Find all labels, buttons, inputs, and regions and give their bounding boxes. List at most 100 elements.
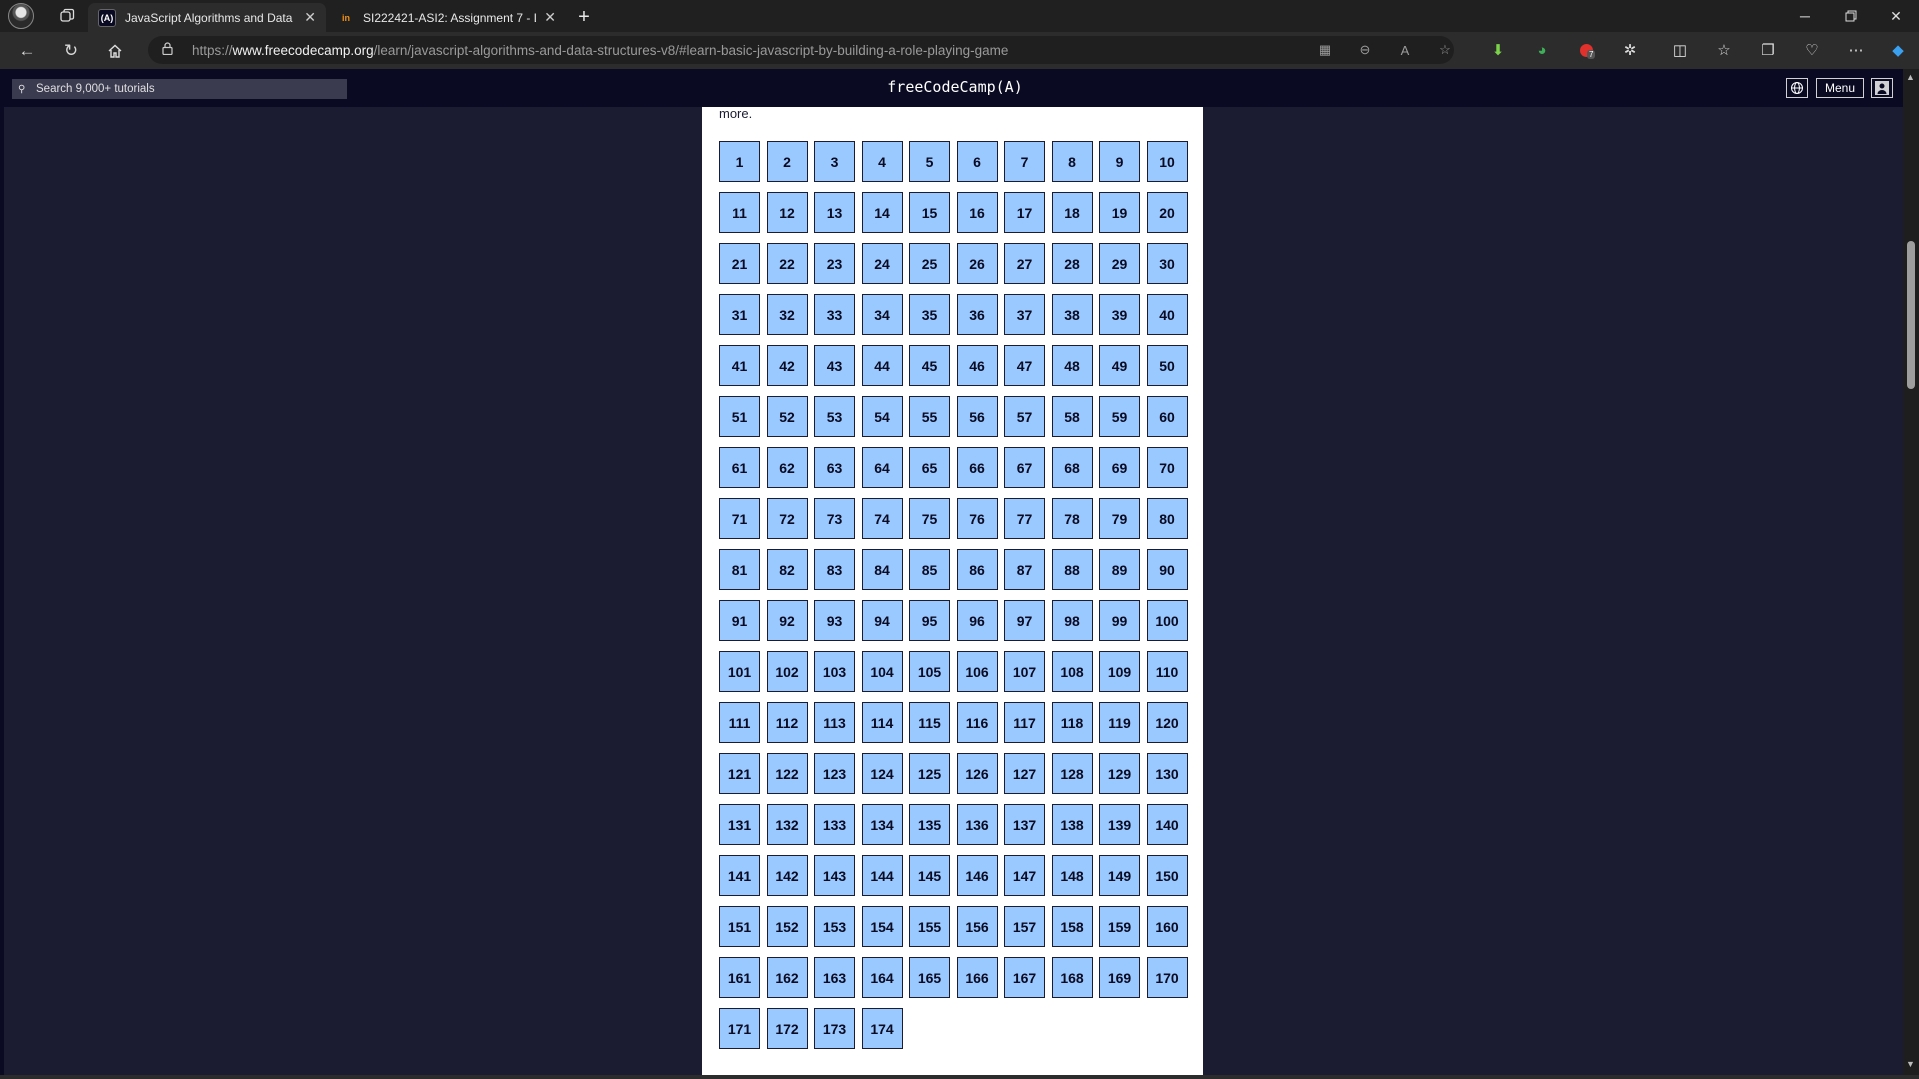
step-button[interactable]: 24 [861, 243, 903, 284]
step-button[interactable]: 77 [1004, 498, 1045, 539]
step-button[interactable]: 128 [1051, 753, 1093, 794]
restore-icon[interactable] [1828, 0, 1874, 32]
step-button[interactable]: 90 [1146, 549, 1188, 590]
step-button[interactable]: 107 [1004, 651, 1045, 692]
step-button[interactable]: 89 [1099, 549, 1140, 590]
step-button[interactable]: 65 [909, 447, 950, 488]
new-tab-button[interactable]: + [570, 3, 598, 32]
read-aloud-icon[interactable]: A [1394, 39, 1416, 61]
lock-icon[interactable] [162, 42, 178, 58]
step-button[interactable]: 8 [1051, 141, 1093, 182]
step-button[interactable]: 95 [909, 600, 950, 641]
step-button[interactable]: 61 [719, 447, 760, 488]
collections-icon[interactable]: ❐ [1756, 38, 1780, 62]
step-button[interactable]: 19 [1099, 192, 1140, 233]
home-icon[interactable] [102, 38, 128, 64]
step-button[interactable]: 146 [956, 855, 998, 896]
step-button[interactable]: 87 [1004, 549, 1045, 590]
step-button[interactable]: 168 [1051, 957, 1093, 998]
step-button[interactable]: 94 [861, 600, 903, 641]
step-button[interactable]: 33 [814, 294, 855, 335]
step-button[interactable]: 154 [861, 906, 903, 947]
step-button[interactable]: 67 [1004, 447, 1045, 488]
step-button[interactable]: 26 [956, 243, 998, 284]
step-button[interactable]: 44 [861, 345, 903, 386]
step-button[interactable]: 172 [766, 1008, 808, 1049]
step-button[interactable]: 163 [814, 957, 855, 998]
step-button[interactable]: 170 [1146, 957, 1188, 998]
step-button[interactable]: 62 [766, 447, 808, 488]
step-button[interactable]: 30 [1146, 243, 1188, 284]
menu-button[interactable]: Menu [1816, 78, 1864, 98]
step-button[interactable]: 103 [814, 651, 855, 692]
step-button[interactable]: 59 [1099, 396, 1140, 437]
step-button[interactable]: 158 [1051, 906, 1093, 947]
step-button[interactable]: 96 [956, 600, 998, 641]
copilot-icon[interactable]: ◆ [1886, 38, 1910, 62]
step-button[interactable]: 9 [1099, 141, 1140, 182]
page-scrollbar[interactable]: ▲ ▼ [1903, 69, 1919, 1075]
step-button[interactable]: 83 [814, 549, 855, 590]
language-globe-icon[interactable] [1786, 78, 1808, 98]
step-button[interactable]: 136 [956, 804, 998, 845]
step-button[interactable]: 130 [1146, 753, 1188, 794]
step-button[interactable]: 27 [1004, 243, 1045, 284]
step-button[interactable]: 92 [766, 600, 808, 641]
step-button[interactable]: 79 [1099, 498, 1140, 539]
step-button[interactable]: 105 [909, 651, 950, 692]
app-available-icon[interactable]: ▦ [1314, 39, 1336, 61]
split-screen-icon[interactable]: ◫ [1668, 38, 1692, 62]
step-button[interactable]: 66 [956, 447, 998, 488]
step-button[interactable]: 70 [1146, 447, 1188, 488]
step-button[interactable]: 10 [1146, 141, 1188, 182]
step-button[interactable]: 17 [1004, 192, 1045, 233]
url-text[interactable]: https://www.freecodecamp.org/learn/javas… [192, 43, 1008, 58]
workspaces-icon[interactable] [54, 3, 80, 29]
step-button[interactable]: 76 [956, 498, 998, 539]
step-button[interactable]: 45 [909, 345, 950, 386]
browser-essentials-icon[interactable]: ♡ [1800, 38, 1824, 62]
step-button[interactable]: 122 [766, 753, 808, 794]
step-button[interactable]: 153 [814, 906, 855, 947]
step-button[interactable]: 127 [1004, 753, 1045, 794]
step-button[interactable]: 64 [861, 447, 903, 488]
step-button[interactable]: 7 [1004, 141, 1045, 182]
step-button[interactable]: 123 [814, 753, 855, 794]
step-button[interactable]: 46 [956, 345, 998, 386]
step-button[interactable]: 23 [814, 243, 855, 284]
step-button[interactable]: 82 [766, 549, 808, 590]
step-button[interactable]: 11 [719, 192, 760, 233]
step-button[interactable]: 6 [956, 141, 998, 182]
search-input[interactable]: ⚲ Search 9,000+ tutorials [12, 79, 347, 99]
step-button[interactable]: 101 [719, 651, 760, 692]
address-bar[interactable]: https://www.freecodecamp.org/learn/javas… [148, 36, 1454, 64]
step-button[interactable]: 120 [1146, 702, 1188, 743]
step-button[interactable]: 112 [766, 702, 808, 743]
step-button[interactable]: 149 [1099, 855, 1140, 896]
step-button[interactable]: 2 [766, 141, 808, 182]
step-button[interactable]: 118 [1051, 702, 1093, 743]
step-button[interactable]: 56 [956, 396, 998, 437]
step-button[interactable]: 109 [1099, 651, 1140, 692]
step-button[interactable]: 54 [861, 396, 903, 437]
step-button[interactable]: 81 [719, 549, 760, 590]
step-button[interactable]: 165 [909, 957, 950, 998]
extension-icon[interactable]: ◕ [1530, 38, 1554, 62]
favorite-star-icon[interactable]: ☆ [1434, 39, 1456, 61]
tab-freecodecamp[interactable]: (A) JavaScript Algorithms and Data S ✕ [88, 3, 326, 32]
step-button[interactable]: 117 [1004, 702, 1045, 743]
step-button[interactable]: 75 [909, 498, 950, 539]
step-button[interactable]: 16 [956, 192, 998, 233]
minimize-icon[interactable]: ─ [1782, 0, 1828, 32]
step-button[interactable]: 106 [956, 651, 998, 692]
step-button[interactable]: 41 [719, 345, 760, 386]
step-button[interactable]: 102 [766, 651, 808, 692]
step-button[interactable]: 132 [766, 804, 808, 845]
step-button[interactable]: 111 [719, 702, 760, 743]
step-button[interactable]: 53 [814, 396, 855, 437]
step-button[interactable]: 84 [861, 549, 903, 590]
step-button[interactable]: 88 [1051, 549, 1093, 590]
step-button[interactable]: 97 [1004, 600, 1045, 641]
step-button[interactable]: 134 [861, 804, 903, 845]
step-button[interactable]: 121 [719, 753, 760, 794]
